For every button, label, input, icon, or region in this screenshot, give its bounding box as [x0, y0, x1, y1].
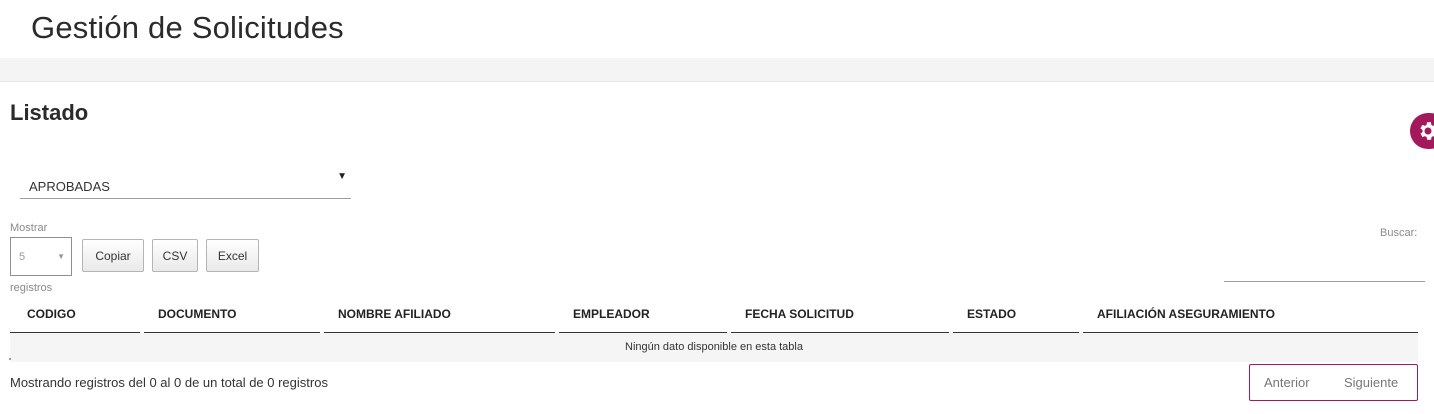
- search-input[interactable]: [1224, 250, 1425, 282]
- column-header-nombre-afiliado[interactable]: NOMBRE AFILIADO: [338, 307, 451, 321]
- column-header-documento[interactable]: DOCUMENTO: [158, 307, 236, 321]
- table-empty-row: Ningún dato disponible en esta tabla: [9, 333, 1418, 362]
- copy-button[interactable]: Copiar: [82, 239, 144, 272]
- length-label-records: registros: [10, 282, 53, 294]
- settings-button[interactable]: [1410, 113, 1434, 149]
- table-header-row: CODIGO DOCUMENTO NOMBRE AFILIADO EMPLEAD…: [10, 298, 1418, 333]
- gear-icon: [1420, 122, 1434, 140]
- previous-page-button[interactable]: Anterior: [1264, 375, 1310, 390]
- requests-table: CODIGO DOCUMENTO NOMBRE AFILIADO EMPLEAD…: [9, 298, 1418, 362]
- column-header-afiliacion-aseguramiento[interactable]: AFILIACIÓN ASEGURAMIENTO: [1097, 307, 1275, 321]
- page-title: Gestión de Solicitudes: [31, 10, 344, 45]
- caret-down-icon: ▼: [337, 171, 347, 182]
- row-marker: [9, 358, 11, 360]
- header-band: [0, 58, 1434, 82]
- search-label: Buscar:: [1380, 227, 1418, 239]
- page-length-value: 5: [19, 251, 26, 263]
- next-page-button[interactable]: Siguiente: [1344, 375, 1398, 390]
- column-header-empleador[interactable]: EMPLEADOR: [573, 307, 650, 321]
- column-header-estado[interactable]: ESTADO: [967, 307, 1016, 321]
- excel-export-button[interactable]: Excel: [206, 239, 259, 272]
- caret-down-icon: ▼: [57, 252, 65, 261]
- page-length-select[interactable]: 5 ▼: [10, 237, 72, 276]
- csv-export-button[interactable]: CSV: [152, 239, 198, 272]
- length-label-show: Mostrar: [10, 222, 48, 234]
- status-filter-value: APROBADAS: [29, 179, 110, 194]
- status-filter-select[interactable]: APROBADAS ▼: [20, 170, 351, 199]
- page-header: Gestión de Solicitudes: [0, 0, 1434, 58]
- column-header-fecha-solicitud[interactable]: FECHA SOLICITUD: [745, 307, 854, 321]
- column-header-codigo[interactable]: CODIGO: [27, 307, 76, 321]
- pagination: Anterior Siguiente: [1249, 364, 1418, 401]
- section-title: Listado: [10, 100, 89, 125]
- empty-table-message: Ningún dato disponible en esta tabla: [625, 341, 803, 353]
- table-info-text: Mostrando registros del 0 al 0 de un tot…: [10, 375, 328, 390]
